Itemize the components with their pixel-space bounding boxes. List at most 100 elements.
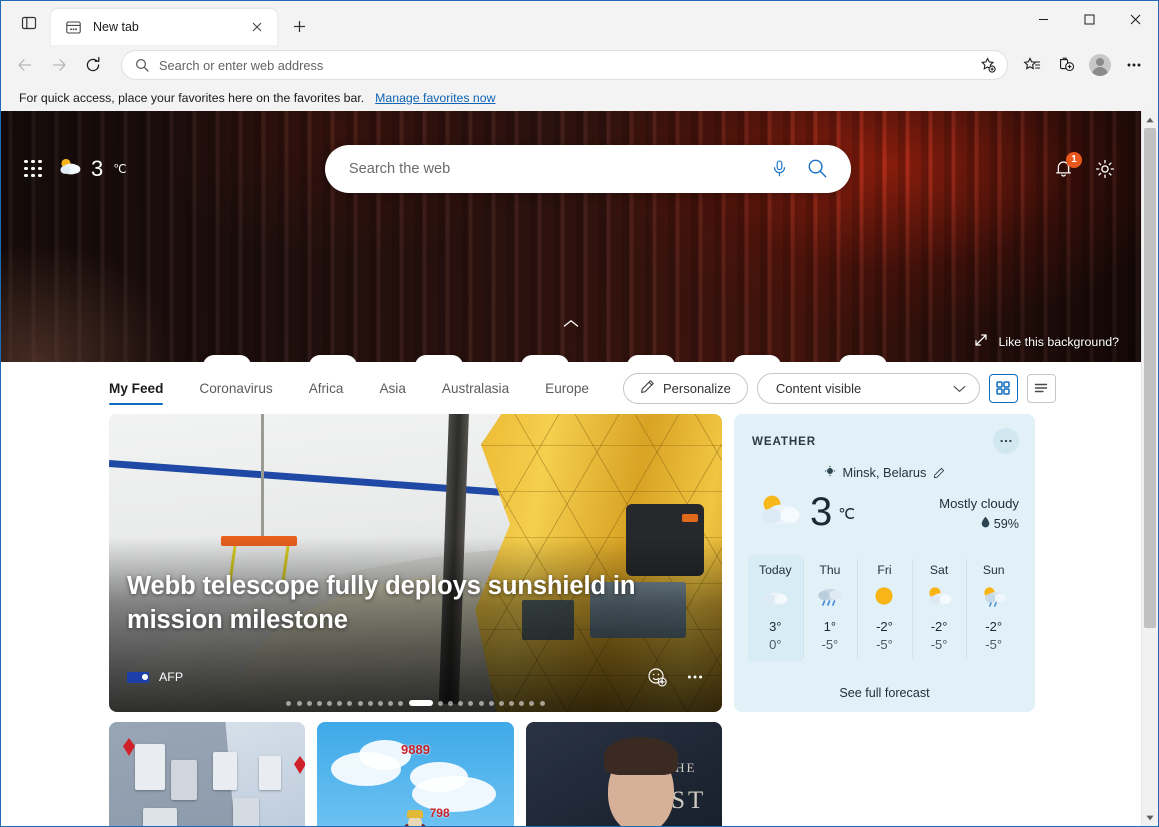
feed-tab-africa[interactable]: Africa (291, 371, 362, 405)
back-arrow-icon[interactable] (9, 49, 41, 81)
feed-tab-my-feed[interactable]: My Feed (109, 371, 181, 405)
feed-tab-coronavirus[interactable]: Coronavirus (181, 371, 290, 405)
partly-cloudy-icon (925, 585, 953, 607)
sunny-icon (872, 585, 896, 607)
address-input[interactable] (159, 57, 975, 73)
forecast-day-name: Today (759, 563, 792, 577)
personalize-button[interactable]: Personalize (622, 372, 748, 404)
article-card-traffic[interactable] (109, 722, 306, 826)
list-layout-icon[interactable] (1026, 373, 1056, 403)
weather-location[interactable]: Minsk, Belarus (734, 465, 1035, 480)
weather-location-label: Minsk, Belarus (842, 465, 927, 480)
settings-and-more-icon[interactable] (1118, 49, 1150, 81)
hero-article-headline: Webb telescope fully deploys sunshield i… (127, 572, 636, 635)
shortcut-tiles: a Auslogics ko... (1, 351, 1141, 362)
address-bar[interactable] (121, 50, 1008, 80)
carousel-indicator[interactable] (109, 700, 722, 706)
favorites-icon[interactable] (1016, 49, 1048, 81)
forecast-day-thu[interactable]: Thu 1° -5° (802, 555, 858, 662)
shortcut-tile-office[interactable]: Office (386, 351, 492, 362)
search-icon (135, 58, 149, 72)
weather-humidity-value: 59% (993, 516, 1019, 531)
magazines-logo (733, 355, 781, 362)
search-icon[interactable] (799, 150, 837, 188)
maximize-button[interactable] (1066, 1, 1112, 37)
web-search-box[interactable] (324, 144, 851, 193)
see-full-forecast-link[interactable]: See full forecast (734, 674, 1035, 712)
reload-icon[interactable] (77, 49, 109, 81)
forecast-day-fri[interactable]: Fri -2° -5° (857, 555, 912, 662)
notification-badge: 1 (1066, 151, 1082, 168)
bell-icon[interactable]: 1 (1049, 151, 1082, 183)
more-options-icon[interactable] (993, 428, 1019, 454)
location-icon (824, 465, 836, 480)
feed-tab-label: Coronavirus (199, 380, 273, 396)
forecast-low: -5° (821, 637, 839, 652)
grid-layout-icon[interactable] (988, 373, 1018, 403)
microphone-icon[interactable] (761, 150, 799, 188)
profile-icon[interactable] (1084, 49, 1116, 81)
forward-arrow-icon[interactable] (43, 49, 75, 81)
shortcut-tile-auslogics[interactable]: a Auslogics ko... (174, 351, 280, 362)
booking-logo: B. (627, 355, 675, 362)
forecast-low: 0° (769, 637, 782, 652)
auslogics-logo: a (203, 355, 251, 362)
scrollbar-thumb[interactable] (1144, 128, 1156, 628)
scroll-up-button[interactable] (1142, 111, 1158, 128)
add-reaction-icon[interactable] (644, 664, 670, 690)
pencil-icon[interactable] (933, 467, 945, 479)
article-card-game[interactable]: 9889 798 15 10 130 (317, 722, 514, 826)
close-window-button[interactable] (1112, 1, 1158, 37)
feed-tab-label: Asia (379, 380, 406, 396)
forecast-day-name: Sun (982, 563, 1005, 577)
shortcut-tile-rentalcars[interactable]: Rentalcars.com (810, 351, 916, 362)
manage-favorites-link[interactable]: Manage favorites now (375, 91, 495, 105)
scroll-down-button[interactable] (1142, 809, 1158, 826)
feed-tab-asia[interactable]: Asia (361, 371, 423, 405)
ntp-top-bar: 3 ℃ Search the web 1 (1, 111, 1141, 226)
more-options-icon[interactable] (682, 664, 708, 690)
tab-actions-button[interactable] (9, 6, 49, 40)
vertical-scrollbar[interactable] (1141, 111, 1158, 826)
forecast-day-name: Thu (819, 563, 841, 577)
forecast-low: -5° (985, 637, 1003, 652)
chevron-down-icon (953, 381, 966, 396)
collections-icon[interactable] (1050, 49, 1082, 81)
weather-forecast-row: Today 3° 0° Thu 1° -5° Fri -2° -5° Sat -… (734, 555, 1035, 662)
forecast-day-name: Fri (877, 563, 892, 577)
weather-card-title: WEATHER (752, 434, 817, 448)
feed-tab-europe[interactable]: Europe (527, 371, 607, 405)
forecast-day-sat[interactable]: Sat -2° -5° (911, 555, 967, 662)
ntp-top-left: 3 ℃ (23, 156, 127, 182)
feed-tab-label: Europe (545, 380, 589, 396)
shortcut-tile-ntp[interactable]: https://ntp.m... (280, 351, 386, 362)
favorites-bar: For quick access, place your favorites h… (1, 85, 1158, 111)
feed-controls: Personalize Content visible (622, 372, 1056, 404)
rain-icon (816, 585, 844, 607)
shortcut-tile-aliexpress[interactable]: AliExpress AliExpress (492, 351, 598, 362)
shortcut-tile-magazines[interactable]: Magazines (704, 351, 810, 362)
browser-tab[interactable]: New tab (51, 9, 277, 45)
forecast-day-sun[interactable]: Sun -2° -5° (966, 555, 1021, 662)
add-favorite-icon[interactable] (975, 52, 1001, 78)
article-card-celebrity[interactable]: THE AST (525, 722, 722, 826)
minimize-button[interactable] (1020, 1, 1066, 37)
afp-logo-icon (127, 671, 149, 683)
shortcut-tile-booking[interactable]: B. Booking.com (598, 351, 704, 362)
add-shortcut-button[interactable] (916, 355, 968, 362)
new-tab-button[interactable] (283, 10, 315, 42)
feed-tab-australasia[interactable]: Australasia (424, 371, 527, 405)
feed-body: Webb telescope fully deploys sunshield i… (1, 414, 1141, 826)
content-visibility-select[interactable]: Content visible (756, 372, 980, 404)
close-tab-button[interactable] (245, 15, 269, 39)
hero-weather-chip[interactable]: 3 ℃ (57, 156, 127, 182)
web-search-input[interactable] (348, 160, 761, 177)
feed-tab-label: My Feed (109, 380, 164, 396)
gear-icon[interactable] (1091, 155, 1119, 183)
chevron-up-icon[interactable] (556, 314, 586, 334)
weather-humidity: 59% (939, 516, 1019, 531)
forecast-day-today[interactable]: Today 3° 0° (748, 555, 803, 662)
hero-article-card[interactable]: Webb telescope fully deploys sunshield i… (109, 414, 722, 712)
like-background-button[interactable]: Like this background? (974, 333, 1119, 350)
app-grid-icon[interactable] (23, 159, 43, 179)
